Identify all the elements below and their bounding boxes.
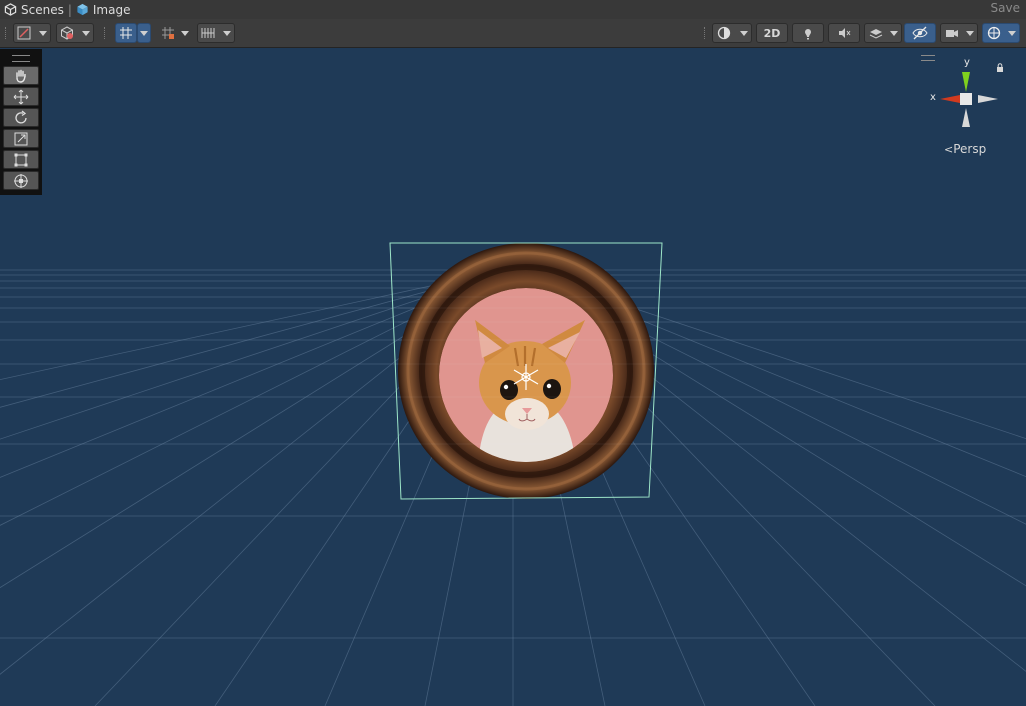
move-icon	[13, 89, 29, 104]
transform-tool-button[interactable]	[3, 171, 39, 190]
gizmos-button[interactable]	[982, 23, 1020, 43]
axis-y-label: y	[964, 57, 970, 68]
chevron-down-icon	[966, 31, 974, 36]
toolbar-grip	[5, 27, 8, 39]
grid-icon	[120, 27, 132, 39]
grid-snap-toggle[interactable]	[115, 23, 137, 43]
gizmo-grip[interactable]	[921, 55, 935, 61]
tool-palette	[0, 49, 42, 195]
save-button[interactable]: Save	[991, 1, 1020, 15]
rotate-icon	[15, 110, 27, 124]
axis-y-cone	[962, 72, 970, 92]
chevron-down-icon	[1008, 31, 1016, 36]
rect-transform-icon	[14, 153, 28, 166]
breadcrumb-scenes[interactable]: Scenes	[0, 3, 64, 17]
lightbulb-icon	[805, 29, 811, 40]
axis-x-cone	[940, 95, 960, 103]
projection-toggle[interactable]: <Persp	[944, 142, 986, 156]
chevron-down-icon	[140, 31, 148, 36]
toolbar-grip	[704, 27, 707, 39]
tool-palette-handle[interactable]	[12, 55, 30, 62]
hand-icon	[16, 69, 26, 83]
snap-increment-button[interactable]	[157, 23, 193, 43]
breadcrumb: Scenes | Image Save	[0, 0, 1026, 19]
scene-viewport[interactable]	[0, 48, 1026, 706]
breadcrumb-image-label: Image	[92, 2, 131, 17]
chevron-down-icon	[39, 31, 47, 36]
toolbar-grip	[104, 27, 107, 39]
layers-icon	[869, 29, 883, 39]
chevron-down-icon	[740, 31, 748, 36]
axis-neg-x-cone	[978, 95, 998, 103]
rotate-tool-button[interactable]	[3, 108, 39, 127]
lock-icon	[997, 63, 1003, 72]
gizmo-globe-icon	[987, 26, 1001, 40]
camera-icon	[946, 30, 958, 37]
scene-visibility-toggle[interactable]	[904, 23, 936, 43]
chevron-down-icon	[223, 31, 231, 36]
breadcrumb-scenes-label: Scenes	[21, 2, 64, 17]
lighting-toggle[interactable]	[792, 23, 824, 43]
mode-2d-toggle[interactable]: 2D	[756, 23, 788, 43]
breadcrumb-image[interactable]: Image	[76, 2, 131, 17]
breadcrumb-separator: |	[67, 2, 72, 17]
axis-x-label: x	[930, 92, 936, 103]
chevron-down-icon	[82, 31, 90, 36]
eye-hidden-icon	[912, 26, 928, 40]
cube-icon	[77, 3, 88, 16]
hand-tool-button[interactable]	[3, 66, 39, 85]
snap-icon	[162, 27, 174, 39]
grid-snap-dropdown[interactable]	[137, 23, 151, 43]
move-tool-button[interactable]	[3, 87, 39, 106]
scene-toolbar: 2D	[0, 19, 1026, 48]
ruler-button[interactable]	[197, 23, 235, 43]
projection-label: Persp	[953, 142, 987, 156]
draw-mode-button[interactable]	[13, 23, 51, 43]
speaker-muted-icon	[839, 28, 851, 38]
draw-mode-icon	[17, 26, 31, 40]
axis-neg-y-cone	[962, 108, 970, 127]
gizmo-center-cube	[960, 93, 972, 105]
chevron-down-icon	[890, 31, 898, 36]
sphere-icon	[717, 26, 731, 40]
render-mode-button[interactable]	[56, 23, 94, 43]
shading-mode-button[interactable]	[712, 23, 752, 43]
unity-icon	[4, 3, 17, 16]
transform-icon	[14, 173, 28, 188]
chevron-left-icon: <	[944, 143, 954, 156]
scale-tool-button[interactable]	[3, 129, 39, 148]
rect-tool-button[interactable]	[3, 150, 39, 169]
scene-view	[0, 48, 1026, 706]
effects-button[interactable]	[864, 23, 902, 43]
box-icon	[61, 26, 73, 40]
scale-icon	[14, 132, 28, 145]
chevron-down-icon	[181, 31, 189, 36]
camera-settings-button[interactable]	[940, 23, 978, 43]
ruler-icon	[201, 28, 215, 38]
audio-toggle[interactable]	[828, 23, 860, 43]
